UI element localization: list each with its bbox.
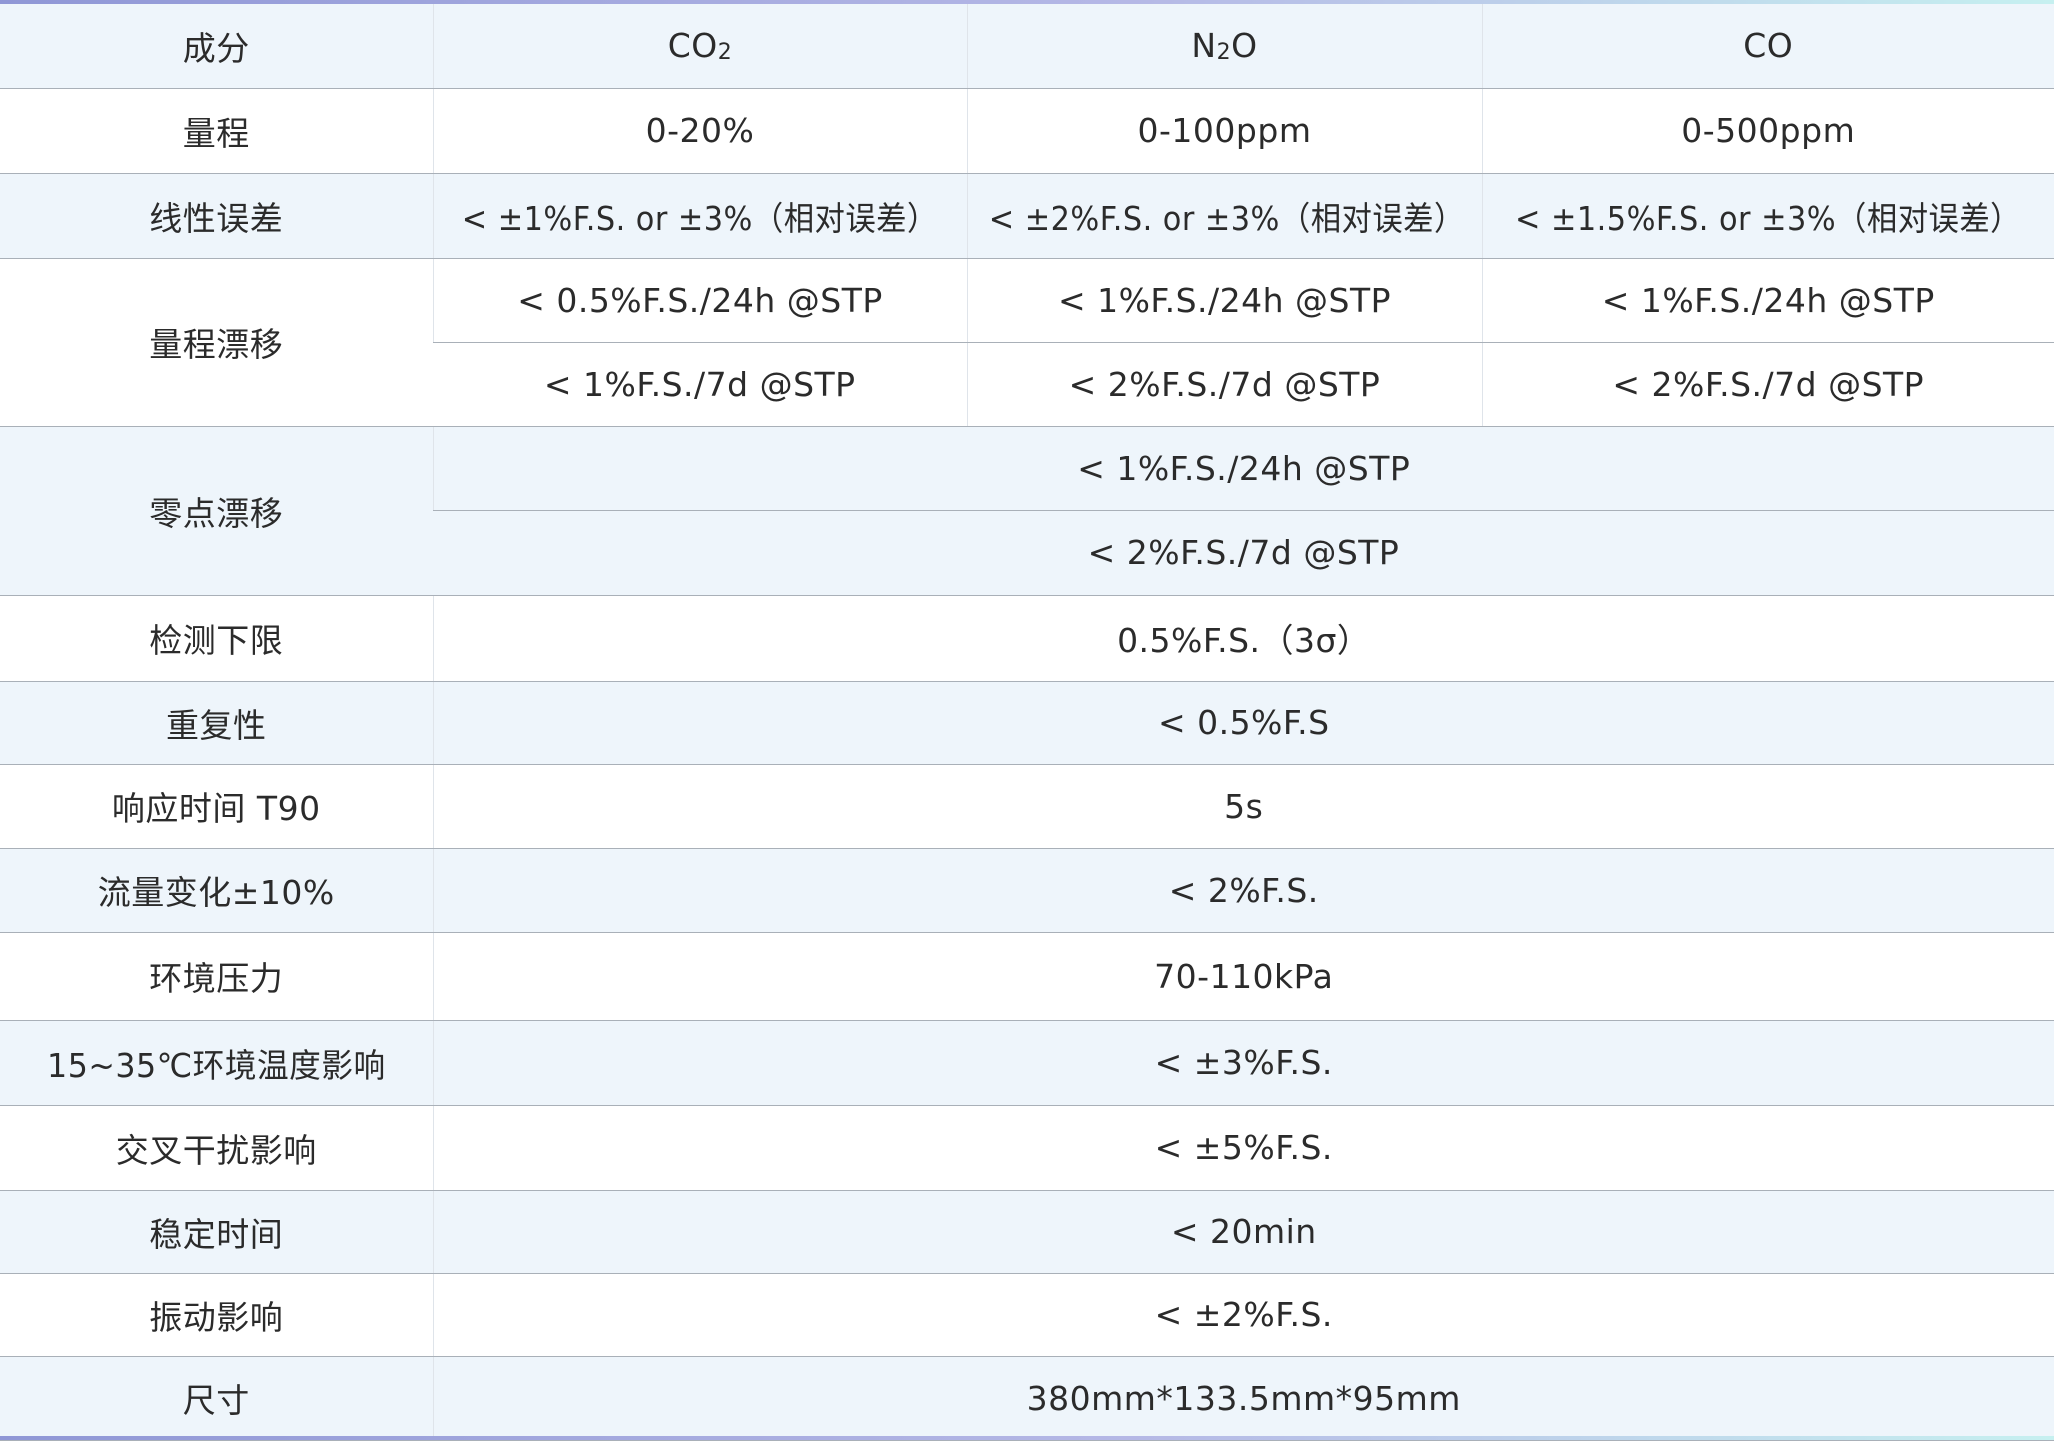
temperature-effect-row: 15~35℃环境温度影响 < ±3%F.S. xyxy=(0,1020,2054,1106)
ambient-pressure-value: 70-110kPa xyxy=(432,932,2054,1021)
flow-change-value: < 2%F.S. xyxy=(432,848,2054,933)
range-row: 量程 0-20% 0-100ppm 0-500ppm xyxy=(0,88,2054,174)
flow-change-label: 流量变化±10% xyxy=(0,848,433,933)
response-time-row: 响应时间 T90 5s xyxy=(0,764,2054,849)
response-time-value: 5s xyxy=(432,764,2054,849)
ambient-pressure-row: 环境压力 70-110kPa xyxy=(0,932,2054,1021)
span-drift-7d-co: < 2%F.S./7d @STP xyxy=(1481,342,2054,427)
response-time-label: 响应时间 T90 xyxy=(0,764,433,849)
linearity-label: 线性误差 xyxy=(0,173,433,259)
header-row: 成分 CO2 N2O CO xyxy=(0,4,2054,89)
dimensions-value: 380mm*133.5mm*95mm xyxy=(432,1356,2054,1441)
stabilization-time-value: < 20min xyxy=(432,1190,2054,1274)
stabilization-time-row: 稳定时间 < 20min xyxy=(0,1190,2054,1274)
zero-drift-label: 零点漂移 xyxy=(0,426,433,596)
range-value-n2o: 0-100ppm xyxy=(966,88,1482,174)
detection-limit-row: 检测下限 0.5%F.S.（3σ） xyxy=(0,595,2054,682)
repeatability-label: 重复性 xyxy=(0,681,433,765)
stabilization-time-label: 稳定时间 xyxy=(0,1190,433,1274)
vibration-effect-label: 振动影响 xyxy=(0,1273,433,1357)
range-value-co: 0-500ppm xyxy=(1481,88,2054,174)
span-drift-24h-co: < 1%F.S./24h @STP xyxy=(1481,258,2054,343)
zero-drift-7d-value: < 2%F.S./7d @STP xyxy=(433,510,2054,596)
span-drift-label: 量程漂移 xyxy=(0,258,433,427)
linearity-value-co2: < ±1%F.S. or ±3%（相对误差） xyxy=(432,173,967,259)
vibration-effect-row: 振动影响 < ±2%F.S. xyxy=(0,1273,2054,1357)
header-label: 成分 xyxy=(0,4,433,89)
bottom-accent-bar xyxy=(0,1436,2054,1440)
header-component-co: CO xyxy=(1481,4,2054,89)
detection-limit-value: 0.5%F.S.（3σ） xyxy=(432,595,2054,682)
range-label: 量程 xyxy=(0,88,433,174)
linearity-row: 线性误差 < ±1%F.S. or ±3%（相对误差） < ±2%F.S. or… xyxy=(0,173,2054,259)
range-value-co2: 0-20% xyxy=(432,88,967,174)
detection-limit-label: 检测下限 xyxy=(0,595,433,682)
header-component-co2: CO2 xyxy=(432,4,967,89)
zero-drift-24h-value: < 1%F.S./24h @STP xyxy=(432,426,2054,511)
cross-interference-row: 交叉干扰影响 < ±5%F.S. xyxy=(0,1105,2054,1191)
span-drift-7d-co2: < 1%F.S./7d @STP xyxy=(433,342,967,427)
cross-interference-value: < ±5%F.S. xyxy=(432,1105,2054,1191)
temperature-effect-label: 15~35℃环境温度影响 xyxy=(0,1020,433,1106)
zero-drift-row-24h: 零点漂移 < 1%F.S./24h @STP xyxy=(0,426,2054,596)
repeatability-value: < 0.5%F.S xyxy=(432,681,2054,765)
flow-change-row: 流量变化±10% < 2%F.S. xyxy=(0,848,2054,933)
vibration-effect-value: < ±2%F.S. xyxy=(432,1273,2054,1357)
dimensions-label: 尺寸 xyxy=(0,1356,433,1441)
spec-table: 成分 CO2 N2O CO 量程 0-20% 0-100ppm 0-500ppm… xyxy=(0,4,2054,1441)
repeatability-row: 重复性 < 0.5%F.S xyxy=(0,681,2054,765)
ambient-pressure-label: 环境压力 xyxy=(0,932,433,1021)
temperature-effect-value: < ±3%F.S. xyxy=(432,1020,2054,1106)
span-drift-24h-co2: < 0.5%F.S./24h @STP xyxy=(432,258,967,343)
header-component-n2o: N2O xyxy=(966,4,1482,89)
dimensions-row: 尺寸 380mm*133.5mm*95mm xyxy=(0,1356,2054,1441)
span-drift-7d-n2o: < 2%F.S./7d @STP xyxy=(966,342,1482,427)
linearity-value-co: < ±1.5%F.S. or ±3%（相对误差） xyxy=(1481,173,2054,259)
span-drift-row-24h: 量程漂移 < 0.5%F.S./24h @STP < 1%F.S./24h @S… xyxy=(0,258,2054,427)
linearity-value-n2o: < ±2%F.S. or ±3%（相对误差） xyxy=(966,173,1482,259)
cross-interference-label: 交叉干扰影响 xyxy=(0,1105,433,1191)
span-drift-24h-n2o: < 1%F.S./24h @STP xyxy=(966,258,1482,343)
